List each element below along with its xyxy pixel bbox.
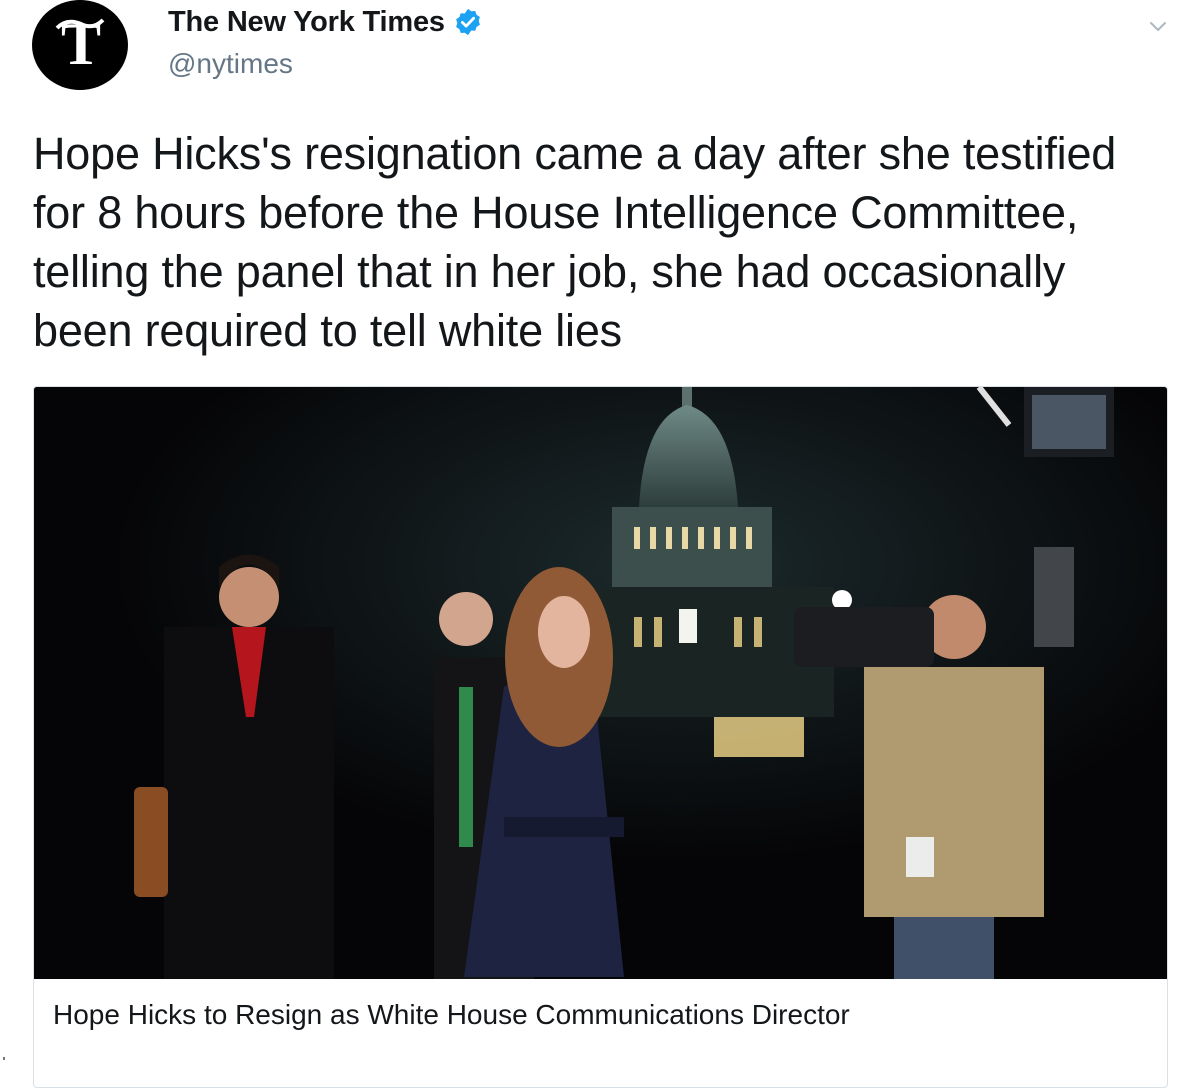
handle[interactable]: @nytimes [168,48,293,80]
avatar[interactable]: T [32,0,128,90]
nyt-logo-icon: T [35,0,125,90]
author-row: The New York Times [168,2,483,42]
tweet-text: Hope Hicks's resignation came a day afte… [33,128,1117,356]
photo-night-capitol-walk [34,387,1167,979]
link-card[interactable]: Hope Hicks to Resign as White House Comm… [33,386,1168,1088]
divider [3,1057,5,1060]
card-title[interactable]: Hope Hicks to Resign as White House Comm… [53,999,850,1031]
card-image[interactable] [34,387,1167,979]
chevron-down-icon[interactable] [1146,14,1170,38]
display-name[interactable]: The New York Times [168,6,445,39]
tweet: T The New York Times @nytimes Hope Hicks… [0,0,1200,1088]
verified-badge-icon [455,8,480,36]
